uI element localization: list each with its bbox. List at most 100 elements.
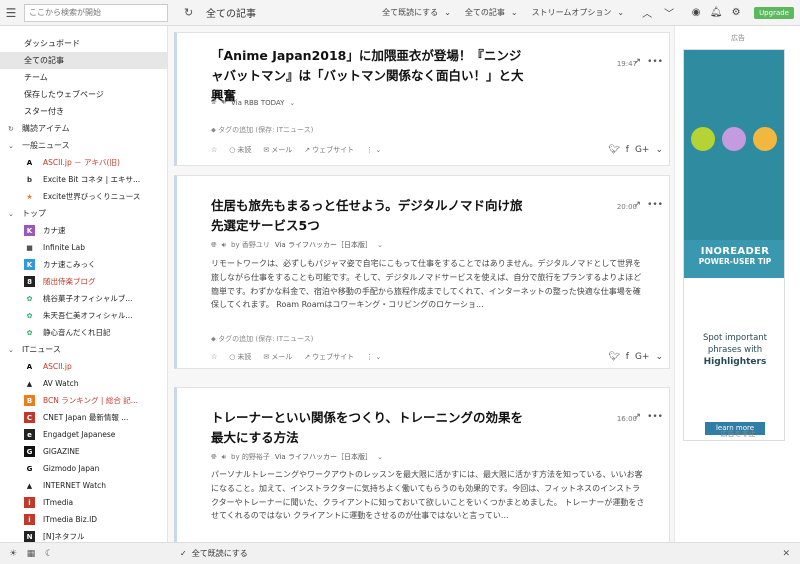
facebook-icon[interactable]: f: [626, 352, 629, 362]
sidebar-feed-item[interactable]: A ASCII.jp: [0, 358, 167, 375]
open-external-icon[interactable]: ↗: [634, 412, 642, 422]
sidebar-feed-item[interactable]: G GIGAZINE: [0, 443, 167, 460]
sidebar-feed-item[interactable]: B BCN ランキング | 総合 記...: [0, 392, 167, 409]
sidebar-feed-item[interactable]: i ITmedia Biz.ID: [0, 511, 167, 528]
sidebar-feed-item[interactable]: e Engadget Japanese: [0, 426, 167, 443]
google-plus-icon[interactable]: G+: [635, 352, 650, 362]
grid-icon[interactable]: ▦: [22, 549, 40, 559]
article-title[interactable]: 「Anime Japan2018」に加隈亜衣が登場！『ニンジャバットマン』は「バ…: [211, 46, 531, 106]
article-via[interactable]: Via ライフハッカー［日本版］: [275, 452, 372, 462]
sidebar-feed-item[interactable]: 8 随出侍楽ブログ: [0, 273, 167, 290]
mark-read-button[interactable]: 全て既読にする ⌄: [382, 7, 451, 18]
bell-icon[interactable]: 🔔︎: [706, 7, 726, 18]
refresh-icon[interactable]: ↻: [184, 6, 198, 19]
sidebar-feed-item[interactable]: A ASCII.jp － アキバ(旧): [0, 154, 167, 171]
article-card[interactable]: トレーナーといい関係をつくり、トレーニングの効果を最大にする方法 16:00 ↗…: [174, 387, 670, 542]
sidebar-folder[interactable]: ⌄ 一般ニュース: [0, 137, 167, 154]
audio-icon[interactable]: 🔊︎: [222, 453, 226, 462]
sidebar-feed-item[interactable]: ✿ 桃谷菓子オフィシャルブ...: [0, 290, 167, 307]
audio-icon[interactable]: 🔊︎: [222, 241, 226, 250]
twitter-icon[interactable]: 🐦︎: [608, 145, 619, 155]
more-icon[interactable]: •••: [647, 200, 663, 210]
sidebar-feed-item[interactable]: N [N]ネタフル: [0, 528, 167, 542]
eye-icon[interactable]: ◉: [686, 7, 706, 18]
star-button[interactable]: ☆: [211, 353, 217, 361]
article-card[interactable]: 住居も旅先もまるっと任せよう。デジタルノマド向け旅先選定サービス5つ 20:00…: [174, 175, 670, 369]
website-button[interactable]: ↗ ウェブサイト: [304, 145, 354, 155]
unread-button[interactable]: ○ 未読: [229, 352, 251, 362]
gear-icon[interactable]: ⚙: [726, 7, 746, 18]
mark-all-read-button[interactable]: ✓ 全て既読にする: [180, 548, 248, 559]
filter-dropdown[interactable]: 全ての記事 ⌄: [465, 7, 518, 18]
chevron-down-icon[interactable]: ⌄: [8, 142, 22, 150]
star-button[interactable]: ☆: [211, 146, 217, 154]
chevron-down-icon[interactable]: ⌄: [289, 99, 295, 107]
sidebar-item-team[interactable]: チーム: [0, 69, 167, 86]
article-title[interactable]: 住居も旅先もまるっと任せよう。デジタルノマド向け旅先選定サービス5つ: [211, 196, 531, 236]
google-plus-icon[interactable]: G+: [635, 145, 650, 155]
article-tag[interactable]: タグの追加 (保存: ITニュース): [218, 335, 313, 343]
sidebar-feed-item[interactable]: C CNET Japan 最新情報 ...: [0, 409, 167, 426]
website-button[interactable]: ↗ ウェブサイト: [304, 352, 354, 362]
open-external-icon[interactable]: ↗: [634, 57, 642, 67]
more-vertical-icon[interactable]: ⋮ ⌄: [366, 146, 381, 154]
ad-banner[interactable]: INOREADER POWER-USER TIP Spot important …: [683, 49, 785, 441]
previous-article-icon[interactable]: ︿: [636, 5, 658, 20]
sidebar-feed-item[interactable]: K カナ速: [0, 222, 167, 239]
close-icon[interactable]: ✕: [782, 549, 790, 559]
sidebar-item-all-articles[interactable]: 全ての記事: [0, 52, 167, 69]
feed-label: Engadget Japanese: [43, 430, 116, 439]
article-via[interactable]: Via ライフハッカー［日本版］: [275, 240, 372, 250]
mail-button[interactable]: ✉ メール: [263, 352, 292, 362]
hide-ads-link[interactable]: 広告を非止: [675, 429, 800, 439]
menu-icon[interactable]: ☰: [0, 0, 22, 26]
sidebar-item-dashboard[interactable]: ダッシュボード: [0, 35, 167, 52]
sidebar-item-starred[interactable]: スター付き: [0, 103, 167, 120]
search-input[interactable]: [24, 3, 168, 22]
stream-options-dropdown[interactable]: ストリームオプション ⌄: [532, 7, 624, 18]
moon-icon[interactable]: ☾: [40, 549, 58, 559]
article-author: by 的野裕子: [231, 453, 270, 461]
chevron-down-icon[interactable]: ⌄: [377, 241, 383, 249]
sidebar-feed-item[interactable]: ✿ 朱天吾仁美オフィシャル...: [0, 307, 167, 324]
article-tag[interactable]: タグの追加 (保存: ITニュース): [218, 126, 313, 134]
feed-label: Infinite Lab: [43, 243, 86, 252]
sidebar-item-saved-pages[interactable]: 保存したウェブページ: [0, 86, 167, 103]
chevron-down-icon[interactable]: ⌄: [655, 145, 663, 155]
sidebar-feed-item[interactable]: ■ Infinite Lab: [0, 239, 167, 256]
article-card[interactable]: 「Anime Japan2018」に加隈亜衣が登場！『ニンジャバットマン』は「バ…: [174, 32, 670, 166]
audio-icon[interactable]: 🔊︎: [222, 98, 226, 107]
next-article-icon[interactable]: ﹀: [658, 5, 680, 20]
mail-button[interactable]: ✉ メール: [263, 145, 292, 155]
chevron-down-icon[interactable]: ⌄: [8, 346, 22, 354]
more-icon[interactable]: •••: [647, 57, 663, 67]
sidebar-feed-item[interactable]: ★ Excite世界びっくりニュース: [0, 188, 167, 205]
ad-copy: Spot important phrases with Highlighters: [684, 332, 784, 368]
more-icon[interactable]: •••: [647, 412, 663, 422]
chevron-down-icon[interactable]: ⌄: [8, 210, 22, 218]
unread-button[interactable]: ○ 未読: [229, 145, 251, 155]
article-via[interactable]: Via RBB TODAY: [231, 99, 284, 107]
sidebar-feed-item[interactable]: G Gizmodo Japan: [0, 460, 167, 477]
link-icon: ↗: [304, 353, 311, 361]
feed-label: Excite Bit コネタ | エキサ...: [43, 175, 141, 184]
sidebar-folder[interactable]: ⌄ トップ: [0, 205, 167, 222]
upgrade-button[interactable]: Upgrade: [754, 6, 794, 19]
sidebar-folder[interactable]: ⌄ ITニュース: [0, 341, 167, 358]
more-vertical-icon[interactable]: ⋮ ⌄: [366, 353, 381, 361]
sidebar-feed-item[interactable]: i ITmedia: [0, 494, 167, 511]
feed-label: INTERNET Watch: [43, 481, 107, 490]
sidebar-feed-item[interactable]: ✿ 静心音んだくれ日記: [0, 324, 167, 341]
subscriptions-header[interactable]: ↻ 購読アイテム: [0, 120, 167, 137]
open-external-icon[interactable]: ↗: [634, 200, 642, 210]
sidebar-feed-item[interactable]: ▲ INTERNET Watch: [0, 477, 167, 494]
chevron-down-icon[interactable]: ⌄: [377, 453, 383, 461]
sidebar-feed-item[interactable]: K カナ速こみっく: [0, 256, 167, 273]
sun-icon[interactable]: ☀: [4, 549, 22, 559]
article-title[interactable]: トレーナーといい関係をつくり、トレーニングの効果を最大にする方法: [211, 408, 531, 448]
chevron-down-icon[interactable]: ⌄: [655, 352, 663, 362]
sidebar-feed-item[interactable]: ▲ AV Watch: [0, 375, 167, 392]
facebook-icon[interactable]: f: [626, 145, 629, 155]
twitter-icon[interactable]: 🐦︎: [608, 352, 619, 362]
sidebar-feed-item[interactable]: b Excite Bit コネタ | エキサ...: [0, 171, 167, 188]
